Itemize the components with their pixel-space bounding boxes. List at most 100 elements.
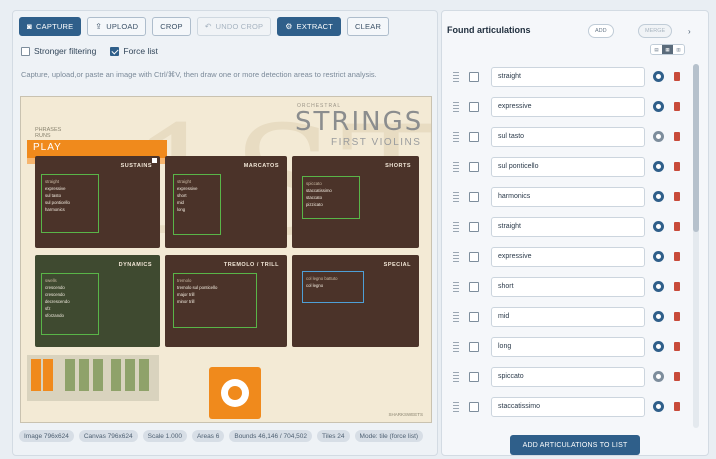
- row-checkbox[interactable]: [469, 131, 479, 142]
- articulation-input[interactable]: straight: [491, 66, 645, 87]
- articulation-input[interactable]: short: [491, 276, 645, 297]
- visibility-icon[interactable]: [653, 401, 664, 412]
- visibility-off-icon[interactable]: [653, 131, 664, 142]
- visibility-icon[interactable]: [653, 161, 664, 172]
- list-item: straight: [447, 215, 691, 238]
- capture-button[interactable]: ◙ CAPTURE: [19, 17, 82, 36]
- category-item: expressive: [45, 186, 66, 191]
- view-list-button[interactable]: ▤: [651, 45, 662, 54]
- row-checkbox[interactable]: [469, 371, 479, 382]
- delete-icon[interactable]: [674, 252, 680, 261]
- collapse-panel-icon[interactable]: ›: [688, 27, 691, 36]
- delete-icon[interactable]: [674, 312, 680, 321]
- undo-crop-button[interactable]: ↶ UNDO CROP: [196, 17, 272, 36]
- force-list-checkbox[interactable]: [110, 46, 120, 56]
- row-checkbox[interactable]: [469, 401, 479, 412]
- cursor-marker: [152, 158, 157, 163]
- row-checkbox[interactable]: [469, 311, 479, 322]
- delete-icon[interactable]: [674, 102, 680, 111]
- visibility-icon[interactable]: [653, 281, 664, 292]
- undo-crop-label: UNDO CROP: [215, 22, 264, 31]
- category-item: col legno: [306, 283, 324, 288]
- articulation-input[interactable]: expressive: [491, 96, 645, 117]
- list-scrollbar[interactable]: [693, 64, 699, 428]
- stronger-filtering-checkbox[interactable]: [21, 46, 30, 56]
- articulation-input[interactable]: harmonics: [491, 186, 645, 207]
- drag-handle-icon[interactable]: [453, 131, 459, 142]
- category-item: col legno battuto: [306, 276, 338, 281]
- view-tiles-button[interactable]: ▥: [673, 45, 684, 54]
- articulation-input[interactable]: expressive: [491, 246, 645, 267]
- visibility-off-icon[interactable]: [653, 371, 664, 382]
- articulation-input[interactable]: long: [491, 336, 645, 357]
- delete-icon[interactable]: [674, 402, 680, 411]
- category-title: SHORTS: [385, 163, 411, 169]
- articulation-input[interactable]: sul tasto: [491, 126, 645, 147]
- delete-icon[interactable]: [674, 72, 680, 81]
- row-checkbox[interactable]: [469, 221, 479, 232]
- image-canvas[interactable]: 1ST ORCHESTRAL STRINGS FIRST VIOLINS PHR…: [20, 96, 432, 423]
- articulation-input[interactable]: straight: [491, 216, 645, 237]
- visibility-icon[interactable]: [653, 251, 664, 262]
- articulation-input[interactable]: spiccato: [491, 366, 645, 387]
- category-item: tremolo: [177, 278, 192, 283]
- articulation-input[interactable]: staccatissimo: [491, 396, 645, 417]
- drag-handle-icon[interactable]: [453, 311, 459, 322]
- delete-icon[interactable]: [674, 342, 680, 351]
- visibility-icon[interactable]: [653, 221, 664, 232]
- category-items: straight expressive short mid long: [177, 178, 198, 213]
- force-list-option[interactable]: Force list: [110, 46, 158, 56]
- drag-handle-icon[interactable]: [453, 191, 459, 202]
- drag-handle-icon[interactable]: [453, 281, 459, 292]
- crop-label: CROP: [160, 22, 183, 31]
- add-button[interactable]: ADD: [588, 24, 614, 38]
- stronger-filtering-option[interactable]: Stronger filtering: [21, 46, 96, 56]
- articulation-input[interactable]: sul ponticello: [491, 156, 645, 177]
- category-shorts: SHORTS spiccato staccatissimo staccato p…: [292, 156, 419, 248]
- category-item: staccato: [306, 195, 323, 200]
- delete-icon[interactable]: [674, 192, 680, 201]
- scrollbar-thumb[interactable]: [693, 64, 699, 232]
- row-checkbox[interactable]: [469, 161, 479, 172]
- crop-button[interactable]: CROP: [152, 17, 191, 36]
- row-checkbox[interactable]: [469, 341, 479, 352]
- row-checkbox[interactable]: [469, 191, 479, 202]
- add-articulations-button[interactable]: ADD ARTICULATIONS TO LIST: [510, 435, 640, 455]
- extract-button[interactable]: ⚙ EXTRACT: [277, 17, 342, 36]
- undo-icon: ↶: [204, 21, 212, 31]
- articulation-input[interactable]: mid: [491, 306, 645, 327]
- category-item: short: [177, 193, 187, 198]
- drag-handle-icon[interactable]: [453, 161, 459, 172]
- status-chips: Image 796x624 Canvas 796x624 Scale 1.000…: [19, 430, 431, 442]
- drag-handle-icon[interactable]: [453, 71, 459, 82]
- row-checkbox[interactable]: [469, 101, 479, 112]
- visibility-icon[interactable]: [653, 191, 664, 202]
- drag-handle-icon[interactable]: [453, 371, 459, 382]
- visibility-icon[interactable]: [653, 101, 664, 112]
- visibility-icon[interactable]: [653, 341, 664, 352]
- toolbar: ◙ CAPTURE ⇪ UPLOAD CROP ↶ UNDO CROP ⚙ EXTRAC…: [19, 17, 390, 36]
- drag-handle-icon[interactable]: [453, 251, 459, 262]
- drag-handle-icon[interactable]: [453, 341, 459, 352]
- panel-heading: Found articulations: [447, 25, 531, 35]
- clear-button[interactable]: CLEAR: [347, 17, 390, 36]
- merge-button[interactable]: MERGE: [638, 24, 673, 38]
- row-checkbox[interactable]: [469, 281, 479, 292]
- delete-icon[interactable]: [674, 222, 680, 231]
- visibility-icon[interactable]: [653, 71, 664, 82]
- delete-icon[interactable]: [674, 282, 680, 291]
- row-checkbox[interactable]: [469, 71, 479, 82]
- delete-icon[interactable]: [674, 132, 680, 141]
- visibility-icon[interactable]: [653, 311, 664, 322]
- delete-icon[interactable]: [674, 372, 680, 381]
- list-item: harmonics: [447, 185, 691, 208]
- row-checkbox[interactable]: [469, 251, 479, 262]
- category-item: sfz: [45, 306, 51, 311]
- view-grid-button[interactable]: ▦: [662, 45, 673, 54]
- delete-icon[interactable]: [674, 162, 680, 171]
- upload-button[interactable]: ⇪ UPLOAD: [87, 17, 147, 36]
- drag-handle-icon[interactable]: [453, 101, 459, 112]
- camera-icon: ◙: [27, 21, 33, 31]
- drag-handle-icon[interactable]: [453, 401, 459, 412]
- drag-handle-icon[interactable]: [453, 221, 459, 232]
